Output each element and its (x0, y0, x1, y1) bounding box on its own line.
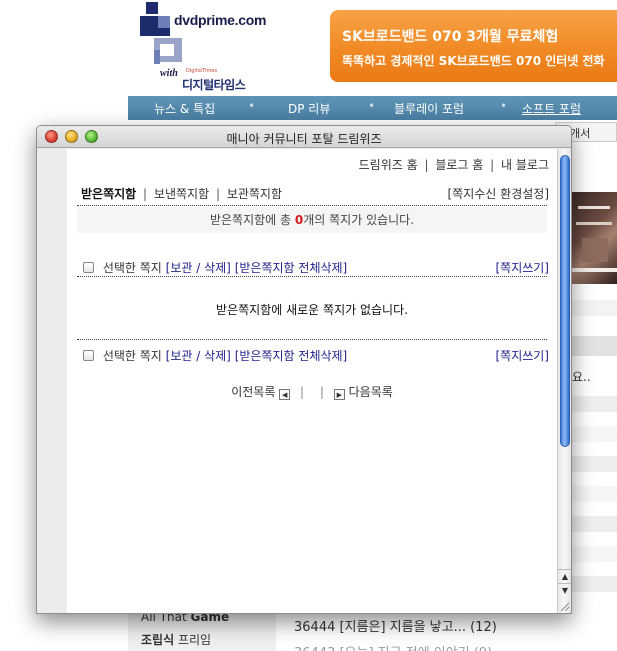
pagination: 이전목록 ◀ | | ▶ 다음목록 (77, 383, 547, 400)
scroll-thumb[interactable] (560, 155, 570, 447)
logo-digitaltimes-small: DigitalTimes (186, 68, 218, 74)
bg-list-row (572, 516, 617, 532)
window-titlebar[interactable]: 매니아 커뮤니티 포탈 드림위즈 (37, 126, 571, 148)
divider (77, 276, 547, 277)
scroll-up-icon[interactable]: ▲ (558, 569, 571, 583)
link-separator: | (424, 158, 429, 172)
top-links: 드림위즈 홈 | 블로그 홈 | 내 블로그 (359, 156, 549, 173)
tab-separator: | (143, 187, 148, 201)
bg-thumbnail-image[interactable] (572, 192, 617, 284)
nav-item-bluray-forum[interactable]: 블루레이 포럼 (394, 100, 464, 117)
ad-subline: 똑똑하고 경제적인 SK브로드밴드 070 인터넷 전화 (342, 54, 605, 68)
tab-sent[interactable]: 보낸쪽지함 (154, 187, 209, 201)
mailbox-tabs: 받은쪽지함 | 보낸쪽지함 | 보관쪽지함 (81, 185, 282, 202)
site-logo[interactable]: dvdprime.com with DigitalTimes 디지털타임스 (140, 2, 270, 94)
bg-post-row[interactable]: 36444 [지름은] 지름을 낳고... (12) (294, 616, 497, 635)
window-title: 매니아 커뮤니티 포탈 드림위즈 (226, 132, 382, 146)
nav-separator: • (368, 99, 376, 113)
archive-delete-link[interactable]: [보관 / 삭제] (166, 349, 231, 363)
count-prefix: 받은쪽지함에 총 (209, 213, 295, 227)
bg-list-row (572, 300, 617, 316)
bg-list-row (572, 576, 617, 592)
delete-all-link[interactable]: [받은쪽지함 전체삭제] (235, 261, 348, 275)
nav-item-news[interactable]: 뉴스 & 특집 (154, 100, 215, 117)
nav-separator: • (248, 99, 256, 113)
bg-list-row (572, 426, 617, 442)
link-separator: | (490, 158, 495, 172)
prev-page-label[interactable]: 이전목록 (231, 385, 275, 399)
receive-settings-link[interactable]: [쪽지수신 환경설정] (448, 185, 550, 202)
select-all-checkbox[interactable] (83, 350, 94, 361)
bg-left-link-assembly-text: 프리임 (174, 633, 212, 647)
next-page-icon[interactable]: ▶ (333, 389, 345, 400)
resize-grip-icon[interactable] (558, 600, 570, 612)
site-nav: 뉴스 & 특집 • DP 리뷰 • 블루레이 포럼 • 소프트 포럼 (128, 96, 617, 120)
selected-label: 선택한 쪽지 (102, 261, 162, 275)
compose-link[interactable]: [쪽지쓰기] (495, 347, 549, 364)
bg-list-row (572, 456, 617, 472)
pager-separator: | (300, 385, 305, 399)
next-page-label[interactable]: 다음목록 (349, 385, 393, 399)
link-my-blog[interactable]: 내 블로그 (501, 158, 549, 172)
count-suffix: 개의 쪽지가 있습니다. (303, 213, 415, 227)
message-count-bar: 받은쪽지함에 총 0개의 쪽지가 있습니다. (77, 207, 547, 233)
ad-banner[interactable]: SK브로드밴드 070 3개월 무료체험 똑똑하고 경제적인 SK브로드밴드 0… (330, 10, 617, 82)
ad-headline: SK브로드밴드 070 3개월 무료체험 (342, 29, 559, 45)
window-left-gutter (37, 149, 67, 613)
nav-separator: • (500, 99, 508, 113)
tab-inbox[interactable]: 받은쪽지함 (81, 187, 136, 201)
prev-page-icon[interactable]: ◀ (279, 389, 291, 400)
scroll-down-icon[interactable]: ▼ (558, 583, 571, 597)
bg-left-link-assembly-bold: 조립식 (141, 633, 175, 647)
action-row-bottom: 선택한 쪽지 [보관 / 삭제] [받은쪽지함 전체삭제] (83, 347, 347, 364)
tab-archive[interactable]: 보관쪽지함 (227, 187, 282, 201)
select-all-checkbox[interactable] (83, 262, 94, 273)
message-count: 0 (294, 213, 304, 227)
archive-delete-link[interactable]: [보관 / 삭제] (166, 261, 231, 275)
logo-with: with (160, 68, 178, 79)
nav-item-software-forum[interactable]: 소프트 포럼 (522, 100, 581, 117)
empty-inbox-message: 받은쪽지함에 새로운 쪽지가 없습니다. (216, 303, 408, 317)
tab-separator: | (215, 187, 220, 201)
message-popup-window: 매니아 커뮤니티 포탈 드림위즈 드림위즈 홈 | 블로그 홈 | 내 블로그 … (36, 125, 572, 614)
message-content-area: 드림위즈 홈 | 블로그 홈 | 내 블로그 받은쪽지함 | 보낸쪽지함 | 보… (67, 149, 557, 613)
selected-label: 선택한 쪽지 (102, 349, 162, 363)
logo-subtitle: 디지털타임스 (182, 78, 246, 92)
action-row-top: 선택한 쪽지 [보관 / 삭제] [받은쪽지함 전체삭제] (83, 259, 347, 276)
bg-list-row (572, 486, 617, 502)
nav-item-dp-review[interactable]: DP 리뷰 (288, 100, 330, 117)
bg-list-row (572, 396, 617, 412)
link-dreamwiz-home[interactable]: 드림위즈 홈 (359, 158, 418, 172)
link-blog-home[interactable]: 블로그 홈 (435, 158, 483, 172)
vertical-scrollbar[interactable]: ▲ ▼ (557, 149, 571, 613)
bg-truncated-text: 요.. (572, 370, 591, 384)
divider (77, 205, 547, 206)
bg-header-bar (572, 336, 617, 356)
pager-separator: | (319, 385, 324, 399)
compose-link[interactable]: [쪽지쓰기] (495, 259, 549, 276)
logo-name: dvdprime.com (174, 12, 267, 28)
divider (77, 339, 547, 340)
bg-list-row (572, 546, 617, 562)
delete-all-link[interactable]: [받은쪽지함 전체삭제] (235, 349, 348, 363)
bg-post-row[interactable]: 36443 [오늘] 지금 전에 이야기 (9) (294, 642, 492, 651)
bg-left-link-assembly[interactable]: 조립식 프리임 (141, 631, 211, 648)
